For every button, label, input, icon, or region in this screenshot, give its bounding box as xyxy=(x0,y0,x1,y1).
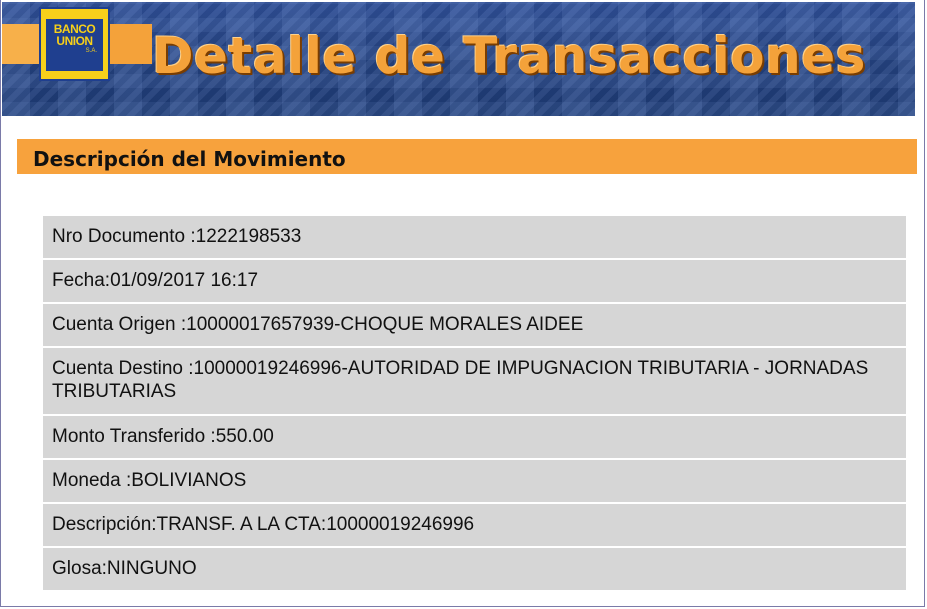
detail-label: Monto Transferido : xyxy=(52,426,216,447)
detail-value: NINGUNO xyxy=(106,558,197,579)
detail-label: Cuenta Origen : xyxy=(52,314,187,335)
detail-label: Cuenta Destino : xyxy=(52,358,194,379)
page-title: Detalle de Transacciones xyxy=(152,27,866,85)
section-title: Descripción del Movimiento xyxy=(33,147,346,171)
detail-row-currency: Moneda :BOLIVIANOS xyxy=(43,460,906,502)
detail-row-description: Descripción:TRANSF. A LA CTA:10000019246… xyxy=(43,504,906,546)
detail-label: Nro Documento : xyxy=(52,226,196,247)
banner-orange-accent xyxy=(2,24,42,64)
detail-value: TRANSF. A LA CTA:10000019246996 xyxy=(156,514,475,535)
detail-row-document-number: Nro Documento :1222198533 xyxy=(43,216,906,258)
bank-logo: BANCO UNION S.A. xyxy=(39,7,110,81)
detail-value: 1222198533 xyxy=(195,226,302,247)
detail-value: 01/09/2017 16:17 xyxy=(110,270,259,291)
detail-label: Moneda : xyxy=(52,470,132,491)
bank-logo-mark: BANCO UNION S.A. xyxy=(46,19,103,71)
detail-row-amount: Monto Transferido :550.00 xyxy=(43,416,906,458)
detail-row-destination-account: Cuenta Destino :10000019246996-AUTORIDAD… xyxy=(43,348,906,414)
detail-row-gloss: Glosa:NINGUNO xyxy=(43,548,906,590)
detail-value: BOLIVIANOS xyxy=(131,470,247,491)
detail-value: 550.00 xyxy=(215,426,274,447)
logo-text-line2: UNION xyxy=(56,34,93,48)
detail-label: Glosa: xyxy=(52,558,107,579)
logo-text-suffix: S.A. xyxy=(85,48,97,54)
detail-label: Fecha: xyxy=(52,270,111,291)
detail-label: Descripción: xyxy=(52,514,157,535)
header-banner: BANCO UNION S.A. Detalle de Transaccione… xyxy=(2,2,915,116)
detail-value: 10000017657939-CHOQUE MORALES AIDEE xyxy=(186,314,584,335)
detail-row-date: Fecha:01/09/2017 16:17 xyxy=(43,260,906,302)
detail-row-origin-account: Cuenta Origen :10000017657939-CHOQUE MOR… xyxy=(43,304,906,346)
transaction-details: Nro Documento :1222198533 Fecha:01/09/20… xyxy=(43,216,906,590)
section-header: Descripción del Movimiento xyxy=(17,139,917,174)
